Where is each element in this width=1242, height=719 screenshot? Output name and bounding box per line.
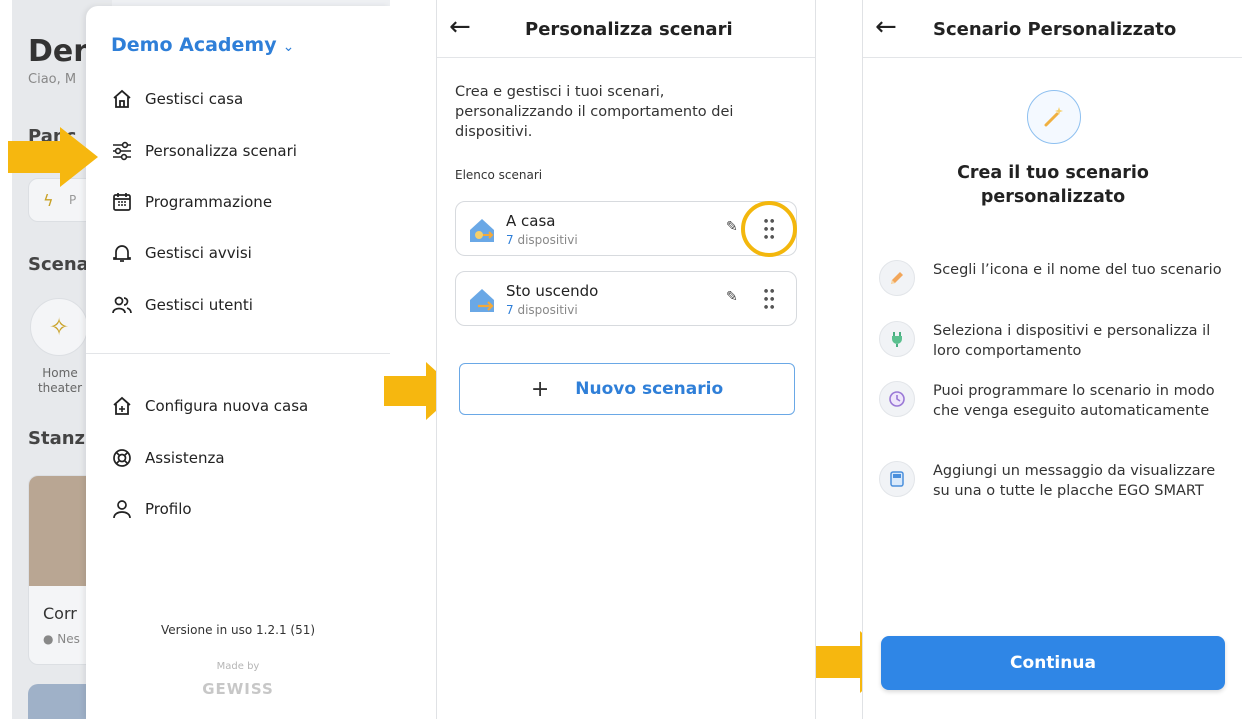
home-plus-icon [111, 395, 133, 417]
user-icon [111, 498, 133, 520]
feature-item: Puoi programmare lo scenario in modo che… [879, 381, 1229, 421]
house-scenario-icon [470, 219, 494, 242]
home-screen-with-drawer: Den Ciao, M Panc ϟP Scena ✧ Home theater… [12, 0, 390, 719]
account-selector[interactable]: Demo Academy ⌄ [111, 34, 294, 56]
menu-item-assistenza[interactable]: Assistenza [111, 444, 225, 472]
edit-pencil-icon[interactable]: ✎ [726, 289, 738, 305]
calendar-icon [111, 191, 133, 213]
plug-icon [879, 321, 915, 357]
page-description: Crea e gestisci i tuoi scenari, personal… [455, 84, 734, 140]
pencil-icon [879, 260, 915, 296]
app-version: Versione in uso 1.2.1 (51) [160, 623, 316, 637]
list-label: Elenco scenari [455, 168, 543, 182]
room-status: ● Nes [43, 632, 80, 646]
rooms-section-title: Stanz [28, 428, 86, 449]
sliders-icon [111, 140, 133, 162]
menu-item-configura-nuova-casa[interactable]: Configura nuova casa [111, 392, 308, 420]
arrow-pointer-icon [8, 127, 98, 187]
app-bar: ← Personalizza scenari [437, 0, 815, 58]
scenario-devices: 7 dispositivi [506, 233, 578, 247]
new-scenario-button[interactable]: + Nuovo scenario [459, 363, 795, 415]
menu-item-gestisci-utenti[interactable]: Gestisci utenti [111, 291, 253, 319]
panel-icon [879, 461, 915, 497]
feature-item: Aggiungi un messaggio da visualizzare su… [879, 461, 1229, 501]
edit-pencil-icon[interactable]: ✎ [726, 219, 738, 235]
plus-icon: + [530, 376, 550, 402]
continue-button[interactable]: Continua [881, 636, 1225, 690]
scenario-name: Sto uscendo [506, 282, 599, 300]
back-arrow-icon[interactable]: ← [449, 14, 471, 40]
bolt-icon: ϟ [43, 191, 54, 210]
page-title: Scenario Personalizzato [933, 19, 1177, 40]
menu-item-personalizza-scenari[interactable]: Personalizza scenari [111, 137, 297, 165]
back-arrow-icon[interactable]: ← [875, 14, 897, 40]
scenari-section-title: Scena [28, 254, 89, 275]
wand-icon[interactable]: ✧ [30, 298, 88, 356]
personalizza-scenari-screen: ← Personalizza scenari Crea e gestisci i… [436, 0, 816, 719]
highlight-circle [741, 201, 797, 257]
drag-handle-icon[interactable]: ∙∙ ∙∙ ∙∙ [762, 285, 776, 314]
users-icon [111, 294, 133, 316]
page-heading: Crea il tuo scenario personalizzato [957, 163, 1149, 207]
feature-item: Seleziona i dispositivi e personalizza i… [879, 321, 1229, 361]
scenario-label: Home theater [37, 366, 83, 395]
navigation-drawer: Demo Academy ⌄ Gestisci casa Personalizza… [86, 6, 390, 719]
menu-item-profilo[interactable]: Profilo [111, 495, 192, 523]
magic-wand-icon [1027, 90, 1081, 144]
clock-icon [879, 381, 915, 417]
menu-item-gestisci-casa[interactable]: Gestisci casa [111, 85, 243, 113]
greeting-text: Ciao, M [28, 72, 77, 87]
home-icon [111, 88, 133, 110]
menu-item-programmazione[interactable]: Programmazione [111, 188, 272, 216]
scenario-name: A casa [506, 212, 556, 230]
scenario-devices: 7 dispositivi [506, 303, 578, 317]
bell-icon [111, 242, 133, 264]
scenario-personalizzato-screen: ← Scenario Personalizzato Crea il tuo sc… [862, 0, 1242, 719]
scenario-card[interactable]: Sto uscendo 7 dispositivi ✎ ∙∙ ∙∙ ∙∙ [455, 271, 797, 326]
menu-item-gestisci-avvisi[interactable]: Gestisci avvisi [111, 239, 252, 267]
made-by-label: Made by [216, 661, 260, 672]
feature-item: Scegli l’icona e il nome del tuo scenari… [879, 260, 1229, 296]
app-bar: ← Scenario Personalizzato [863, 0, 1242, 58]
page-title: Personalizza scenari [525, 19, 733, 40]
house-scenario-icon [470, 289, 494, 312]
room-name: Corr [43, 604, 77, 623]
lifebuoy-icon [111, 447, 133, 469]
drawer-divider [86, 353, 390, 354]
chevron-down-icon: ⌄ [282, 39, 295, 55]
home-title: Den [28, 34, 95, 69]
gewiss-logo: GEWISS [202, 680, 274, 698]
